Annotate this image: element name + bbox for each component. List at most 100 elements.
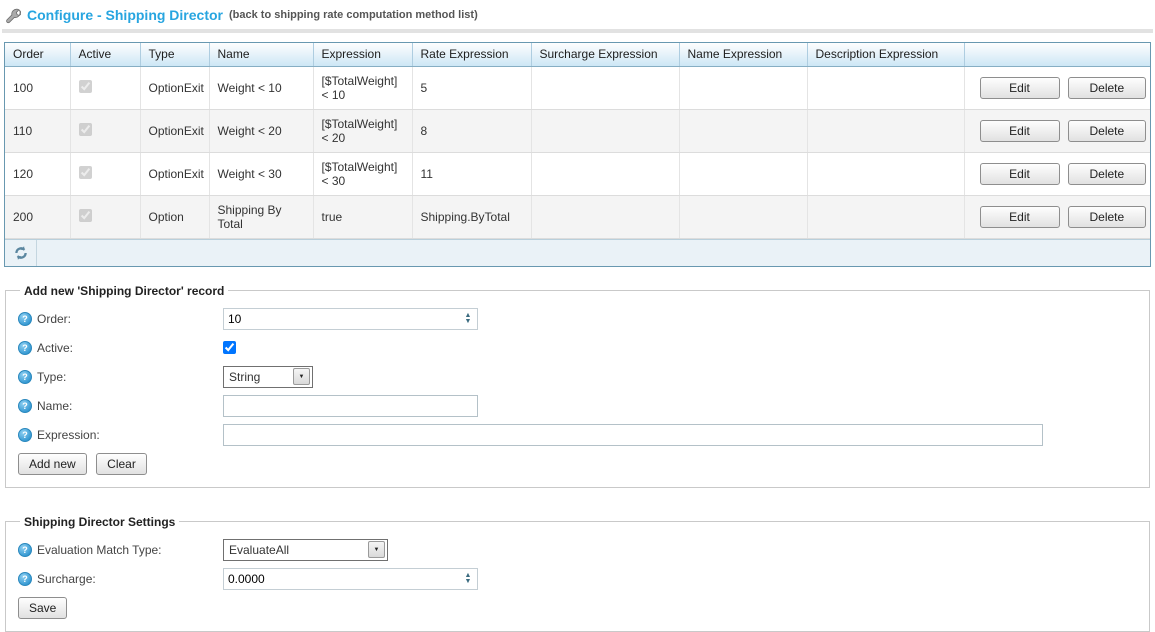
- cell-actions: Edit Delete: [964, 152, 1150, 195]
- settings-legend: Shipping Director Settings: [20, 515, 179, 529]
- col-header-type: Type: [140, 43, 209, 66]
- cell-rate-expression: Shipping.ByTotal: [412, 195, 531, 238]
- expression-label: Expression:: [37, 428, 100, 442]
- table-row: 110 OptionExit Weight < 20 [$TotalWeight…: [5, 109, 1150, 152]
- help-icon[interactable]: ?: [18, 572, 32, 586]
- order-spin-wrap: ▲ ▼: [223, 308, 478, 330]
- help-glyph: ?: [22, 574, 28, 584]
- cell-expression: [$TotalWeight] < 10: [313, 66, 412, 109]
- expression-input[interactable]: [223, 424, 1043, 446]
- help-icon[interactable]: ?: [18, 399, 32, 413]
- match-type-label: Evaluation Match Type:: [37, 543, 162, 557]
- cell-description-expression: [807, 195, 964, 238]
- pager-spacer: [37, 240, 1150, 266]
- cell-name-expression: [679, 152, 807, 195]
- page-title: Configure - Shipping Director: [27, 7, 223, 23]
- cell-rate-expression: 11: [412, 152, 531, 195]
- col-header-surcharge-expression: Surcharge Expression: [531, 43, 679, 66]
- grid-pager: [5, 239, 1150, 266]
- active-checkbox: [79, 166, 92, 179]
- help-icon[interactable]: ?: [18, 312, 32, 326]
- delete-button[interactable]: Delete: [1068, 163, 1146, 185]
- cell-type: OptionExit: [140, 66, 209, 109]
- wrench-icon: [4, 7, 21, 24]
- cell-rate-expression: 5: [412, 66, 531, 109]
- name-row: ? Name:: [18, 395, 1139, 417]
- cell-actions: Edit Delete: [964, 109, 1150, 152]
- active-row: ? Active:: [18, 337, 1139, 359]
- table-row: 120 OptionExit Weight < 30 [$TotalWeight…: [5, 152, 1150, 195]
- refresh-button[interactable]: [5, 240, 37, 266]
- order-spinner: ▲ ▼: [459, 309, 477, 329]
- col-header-name: Name: [209, 43, 313, 66]
- help-icon[interactable]: ?: [18, 341, 32, 355]
- cell-name: Weight < 10: [209, 66, 313, 109]
- evaluation-match-type-select[interactable]: EvaluateAll ▼: [223, 539, 388, 561]
- cell-name: Weight < 20: [209, 109, 313, 152]
- delete-button[interactable]: Delete: [1068, 77, 1146, 99]
- cell-name: Shipping By Total: [209, 195, 313, 238]
- match-type-row: ? Evaluation Match Type: EvaluateAll ▼: [18, 539, 1139, 561]
- cell-surcharge-expression: [531, 195, 679, 238]
- type-select-value: String: [229, 370, 260, 384]
- cell-name-expression: [679, 66, 807, 109]
- edit-button[interactable]: Edit: [980, 120, 1060, 142]
- settings-fieldset: Shipping Director Settings ? Evaluation …: [5, 515, 1150, 632]
- type-row: ? Type: String ▼: [18, 366, 1139, 388]
- surcharge-label: Surcharge:: [37, 572, 96, 586]
- back-to-list-link[interactable]: (back to shipping rate computation metho…: [229, 9, 478, 21]
- delete-button[interactable]: Delete: [1068, 120, 1146, 142]
- delete-button[interactable]: Delete: [1068, 206, 1146, 228]
- cell-surcharge-expression: [531, 109, 679, 152]
- save-button[interactable]: Save: [18, 597, 67, 619]
- edit-button[interactable]: Edit: [980, 77, 1060, 99]
- cell-active: [70, 195, 140, 238]
- cell-actions: Edit Delete: [964, 195, 1150, 238]
- cell-order: 100: [5, 66, 70, 109]
- name-label-group: ? Name:: [18, 399, 223, 413]
- surcharge-input[interactable]: [224, 569, 459, 589]
- active-checkbox[interactable]: [223, 341, 236, 354]
- spinner-down-icon[interactable]: ▼: [465, 579, 472, 585]
- help-glyph: ?: [22, 430, 28, 440]
- name-input[interactable]: [223, 395, 478, 417]
- settings-buttons: Save: [18, 597, 1139, 619]
- grid-header-row: Order Active Type Name Expression Rate E…: [5, 43, 1150, 66]
- help-icon[interactable]: ?: [18, 370, 32, 384]
- help-icon[interactable]: ?: [18, 428, 32, 442]
- spinner-down-icon[interactable]: ▼: [465, 319, 472, 325]
- type-label-group: ? Type:: [18, 370, 223, 384]
- order-input[interactable]: [224, 309, 459, 329]
- edit-button[interactable]: Edit: [980, 163, 1060, 185]
- help-glyph: ?: [22, 545, 28, 555]
- configure-shipping-director-page: Configure - Shipping Director (back to s…: [0, 0, 1155, 632]
- help-icon[interactable]: ?: [18, 543, 32, 557]
- cell-name-expression: [679, 195, 807, 238]
- order-row: ? Order: ▲ ▼: [18, 308, 1139, 330]
- type-label: Type:: [37, 370, 66, 384]
- page-header: Configure - Shipping Director (back to s…: [0, 0, 1155, 25]
- cell-rate-expression: 8: [412, 109, 531, 152]
- help-glyph: ?: [22, 372, 28, 382]
- order-label: Order:: [37, 312, 71, 326]
- refresh-icon: [13, 245, 29, 261]
- cell-type: OptionExit: [140, 109, 209, 152]
- col-header-name-expression: Name Expression: [679, 43, 807, 66]
- add-new-button[interactable]: Add new: [18, 453, 87, 475]
- cell-expression: [$TotalWeight] < 30: [313, 152, 412, 195]
- cell-expression: [$TotalWeight] < 20: [313, 109, 412, 152]
- col-header-order: Order: [5, 43, 70, 66]
- type-select[interactable]: String ▼: [223, 366, 313, 388]
- cell-surcharge-expression: [531, 152, 679, 195]
- cell-active: [70, 152, 140, 195]
- cell-name: Weight < 30: [209, 152, 313, 195]
- col-header-expression: Expression: [313, 43, 412, 66]
- surcharge-label-group: ? Surcharge:: [18, 572, 223, 586]
- cell-active: [70, 109, 140, 152]
- help-glyph: ?: [22, 314, 28, 324]
- clear-button[interactable]: Clear: [96, 453, 147, 475]
- table-row: 200 Option Shipping By Total true Shippi…: [5, 195, 1150, 238]
- edit-button[interactable]: Edit: [980, 206, 1060, 228]
- cell-order: 200: [5, 195, 70, 238]
- col-header-active: Active: [70, 43, 140, 66]
